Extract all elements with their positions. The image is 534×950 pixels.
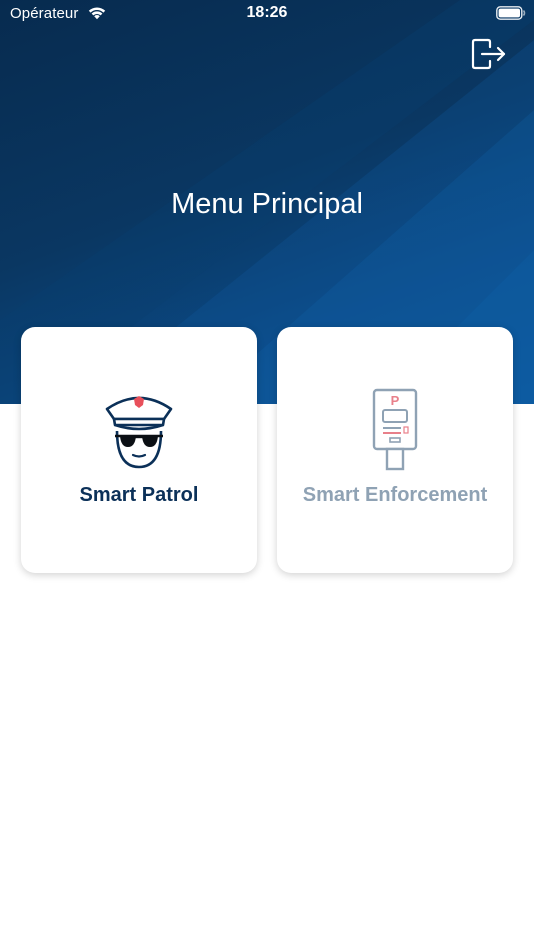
police-officer-icon [21, 387, 257, 473]
status-time: 18:26 [246, 4, 288, 21]
smart-patrol-label: Smart Patrol [79, 484, 199, 506]
logout-button[interactable] [470, 36, 508, 72]
status-bar: Opérateur 18:26 [0, 0, 534, 28]
logout-icon [471, 38, 506, 70]
battery-icon [496, 6, 526, 20]
smart-patrol-card[interactable]: Smart Patrol [21, 327, 257, 573]
parking-meter-icon: P [277, 387, 513, 473]
smart-enforcement-card[interactable]: P Smart Enforcement [277, 327, 513, 573]
main-menu-screen: Opérateur 18:26 Menu Principal Smart Pat… [0, 0, 534, 950]
svg-text:P: P [391, 393, 400, 408]
smart-enforcement-label: Smart Enforcement [302, 484, 488, 506]
page-title: Menu Principal [171, 188, 363, 220]
